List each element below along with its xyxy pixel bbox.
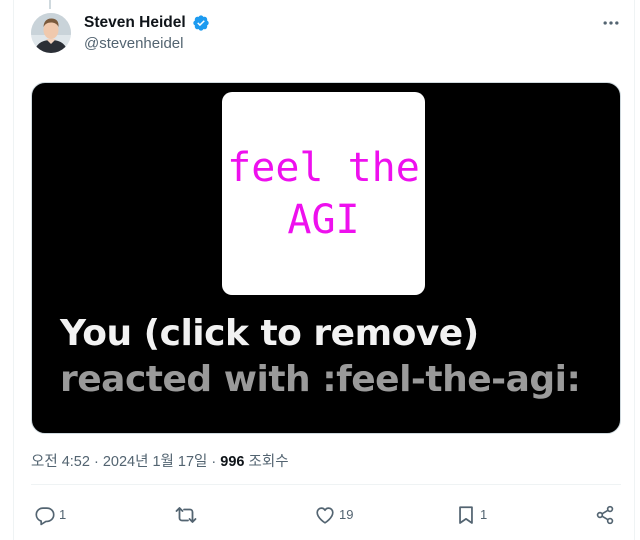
avatar[interactable] <box>31 13 71 53</box>
share-icon <box>596 505 614 525</box>
tweet-meta: 오전 4:52 · 2024년 1월 17일 · 996 조회수 <box>31 452 289 472</box>
views-count[interactable]: 996 <box>220 454 244 470</box>
heart-icon <box>316 507 334 524</box>
meta-separator: · <box>211 454 217 470</box>
reply-count: 1 <box>59 507 67 522</box>
reaction-caption: You (click to remove) reacted with :feel… <box>60 311 620 403</box>
author-handle[interactable]: @stevenheidel <box>84 35 183 53</box>
like-count: 19 <box>339 507 354 522</box>
tweet-page: Steven Heidel @stevenheidel feel the AGI… <box>0 0 640 540</box>
avatar-portrait-icon <box>31 13 71 53</box>
meta-separator: · <box>93 454 99 470</box>
like-button[interactable]: 19 <box>314 503 353 527</box>
tweet-time[interactable]: 오전 4:52 <box>31 454 90 470</box>
custom-emoji-card: feel the AGI <box>222 92 425 295</box>
thread-connector-line <box>49 0 51 9</box>
retweet-button[interactable] <box>174 503 201 527</box>
author-name[interactable]: Steven Heidel <box>84 13 186 33</box>
tweet-media-image[interactable]: feel the AGI You (click to remove) react… <box>31 82 621 434</box>
more-options-button[interactable] <box>598 10 624 36</box>
bookmark-count: 1 <box>480 507 488 522</box>
reaction-you-text: You (click to remove) <box>60 313 479 354</box>
share-button[interactable] <box>594 503 616 527</box>
emoji-text-line-2: AGI <box>287 196 360 243</box>
verified-badge-icon <box>193 15 209 31</box>
tweet-date[interactable]: 2024년 1월 17일 <box>103 454 208 470</box>
more-dots-icon <box>603 21 619 25</box>
reply-button[interactable]: 1 <box>34 503 66 527</box>
bookmark-icon <box>459 506 473 524</box>
reply-icon <box>35 507 55 526</box>
emoji-text-line-1: feel the <box>227 144 420 191</box>
column-border-left <box>13 0 14 540</box>
reaction-rest-text: reacted with :feel-the-agi: <box>60 359 581 400</box>
actions-divider <box>31 484 621 485</box>
retweet-icon <box>175 507 197 523</box>
views-label: 조회수 <box>244 454 289 470</box>
column-border-right <box>634 0 635 540</box>
bookmark-button[interactable]: 1 <box>455 503 487 527</box>
